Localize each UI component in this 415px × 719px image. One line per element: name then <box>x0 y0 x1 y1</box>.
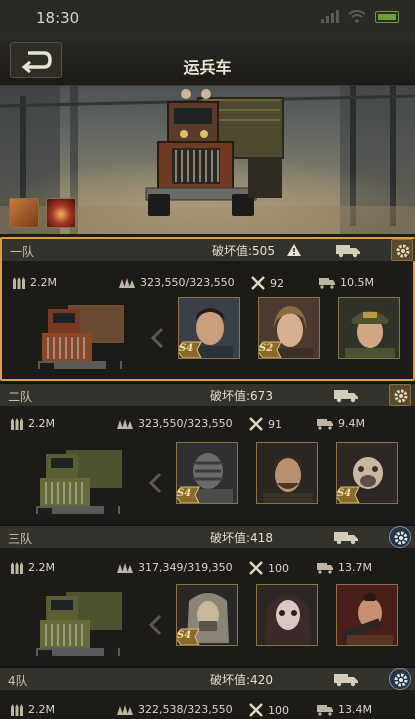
wrench-icon <box>251 276 265 290</box>
squad-4-load: 13.4M <box>338 703 372 716</box>
squad-1-name: 一队 <box>10 245 35 259</box>
squad-2-hero-1-badge: S4 <box>177 485 203 503</box>
squad-2-load: 9.4M <box>338 417 365 430</box>
squad-1-stats: 2.2M 323,550/323,550 92 10.5M <box>2 273 415 293</box>
page-header: 运兵车 <box>0 34 415 86</box>
squad-4-settings-button[interactable] <box>389 668 411 690</box>
cargo-icon <box>317 418 333 430</box>
squad-1-hero-1-badge: S4 <box>179 340 205 358</box>
squad-3-panel[interactable]: 三队 破坏值:418 2.2M 317,349/319,350 100 13.7… <box>0 526 415 666</box>
squad-2-panel[interactable]: 二队 破坏值:673 2.2M 323,550/323,550 91 9.4M … <box>0 384 415 524</box>
transport-truck-image <box>145 89 284 216</box>
armor-icon <box>117 562 133 573</box>
truck-icon[interactable] <box>333 529 359 545</box>
squad-3-settings-button[interactable] <box>389 526 411 548</box>
squad-1-header: 一队 破坏值:505 <box>2 239 415 261</box>
warning-icon[interactable] <box>286 243 302 257</box>
squad-4-repair: 100 <box>268 703 289 717</box>
squad-3-hero-3[interactable] <box>336 584 398 646</box>
status-time: 18:30 <box>36 9 80 27</box>
battery-icon <box>375 10 399 23</box>
gear-icon <box>396 244 410 258</box>
wrench-icon <box>249 561 263 575</box>
squad-4-ammo: 2.2M <box>28 703 55 716</box>
gear-icon <box>394 531 408 545</box>
truck-icon[interactable] <box>335 242 361 258</box>
squad-3-header: 三队 破坏值:418 <box>0 526 415 548</box>
squad-3-repair: 100 <box>268 561 289 575</box>
squad-2-hero-3[interactable]: S4 <box>336 442 398 504</box>
squad-1-settings-button[interactable] <box>391 239 413 261</box>
squad-1-hero-1[interactable]: S4 <box>178 297 240 359</box>
squad-3-hero-1-badge: S4 <box>177 627 203 645</box>
cargo-icon <box>317 704 333 716</box>
squad-3-ammo: 2.2M <box>28 561 55 574</box>
gear-icon <box>394 389 408 403</box>
squad-2-hp: 323,550/323,550 <box>138 417 233 430</box>
signal-icon <box>321 10 339 23</box>
squad-4-header: 4队 破坏值:420 <box>0 668 415 690</box>
squad-2-damage: 破坏值:673 <box>210 389 273 403</box>
truck-icon[interactable] <box>333 387 359 403</box>
vehicle-buff-icon[interactable] <box>46 198 76 228</box>
squad-2-ammo: 2.2M <box>28 417 55 430</box>
squad-4-panel[interactable]: 4队 破坏值:420 2.2M 322,538/323,550 100 13.4… <box>0 668 415 719</box>
armor-icon <box>119 277 135 288</box>
armor-icon <box>117 418 133 429</box>
squad-2-truck-image <box>36 450 122 522</box>
squad-3-body: S4 <box>0 580 415 678</box>
squad-3-hp: 317,349/319,350 <box>138 561 233 574</box>
squad-3-hero-1[interactable]: S4 <box>176 584 238 646</box>
squad-1-damage: 破坏值:505 <box>212 244 275 258</box>
squad-2-repair: 91 <box>268 417 282 431</box>
squad-4-name: 4队 <box>8 674 28 688</box>
ammo-icon <box>11 561 23 574</box>
squad-3-hero-2[interactable] <box>256 584 318 646</box>
squad-3-truck-image <box>36 592 122 664</box>
squad-2-settings-button[interactable] <box>389 384 411 406</box>
squad-1-hp: 323,550/323,550 <box>140 276 235 289</box>
gear-icon <box>394 673 408 687</box>
squad-3-load: 13.7M <box>338 561 372 574</box>
squad-2-header: 二队 破坏值:673 <box>0 384 415 406</box>
squad-3-stats: 2.2M 317,349/319,350 100 13.7M <box>0 558 415 578</box>
squad-2-hero-3-badge: S4 <box>337 485 363 503</box>
cargo-icon <box>319 277 335 289</box>
squad-2-hero-2[interactable] <box>256 442 318 504</box>
squad-1-hero-3[interactable] <box>338 297 400 359</box>
squad-1-repair: 92 <box>270 276 284 290</box>
vehicle-equipment-book-icon[interactable] <box>9 198 39 228</box>
squad-4-hp: 322,538/323,550 <box>138 703 233 716</box>
squad-2-stats: 2.2M 323,550/323,550 91 9.4M <box>0 414 415 434</box>
squad-1-body: S4 S2 <box>2 293 415 391</box>
chevron-left-icon <box>150 327 164 349</box>
ammo-icon <box>13 276 25 289</box>
squad-1-load: 10.5M <box>340 276 374 289</box>
truck-icon[interactable] <box>333 671 359 687</box>
squad-3-damage: 破坏值:418 <box>210 531 273 545</box>
wifi-icon <box>348 10 366 23</box>
squad-2-body: S4 S4 <box>0 438 415 536</box>
ammo-icon <box>11 417 23 430</box>
squad-1-ammo: 2.2M <box>30 276 57 289</box>
chevron-left-icon <box>148 614 162 636</box>
squad-4-stats: 2.2M 322,538/323,550 100 13.4M <box>0 700 415 719</box>
status-bar: 18:30 <box>0 0 415 34</box>
squad-1-panel[interactable]: 一队 破坏值:505 2.2M 323,550/323,550 92 10.5M… <box>0 237 415 381</box>
armor-icon <box>117 704 133 715</box>
squad-1-hero-2-badge: S2 <box>259 340 285 358</box>
squad-1-truck-image <box>38 305 124 377</box>
ammo-icon <box>11 703 23 716</box>
squad-3-name: 三队 <box>8 532 33 546</box>
cargo-icon <box>317 562 333 574</box>
squad-4-damage: 破坏值:420 <box>210 673 273 687</box>
chevron-left-icon <box>148 472 162 494</box>
page-title: 运兵车 <box>183 58 232 77</box>
squad-2-hero-1[interactable]: S4 <box>176 442 238 504</box>
squad-1-hero-2[interactable]: S2 <box>258 297 320 359</box>
wrench-icon <box>249 703 263 717</box>
wrench-icon <box>249 417 263 431</box>
squad-2-name: 二队 <box>8 390 33 404</box>
